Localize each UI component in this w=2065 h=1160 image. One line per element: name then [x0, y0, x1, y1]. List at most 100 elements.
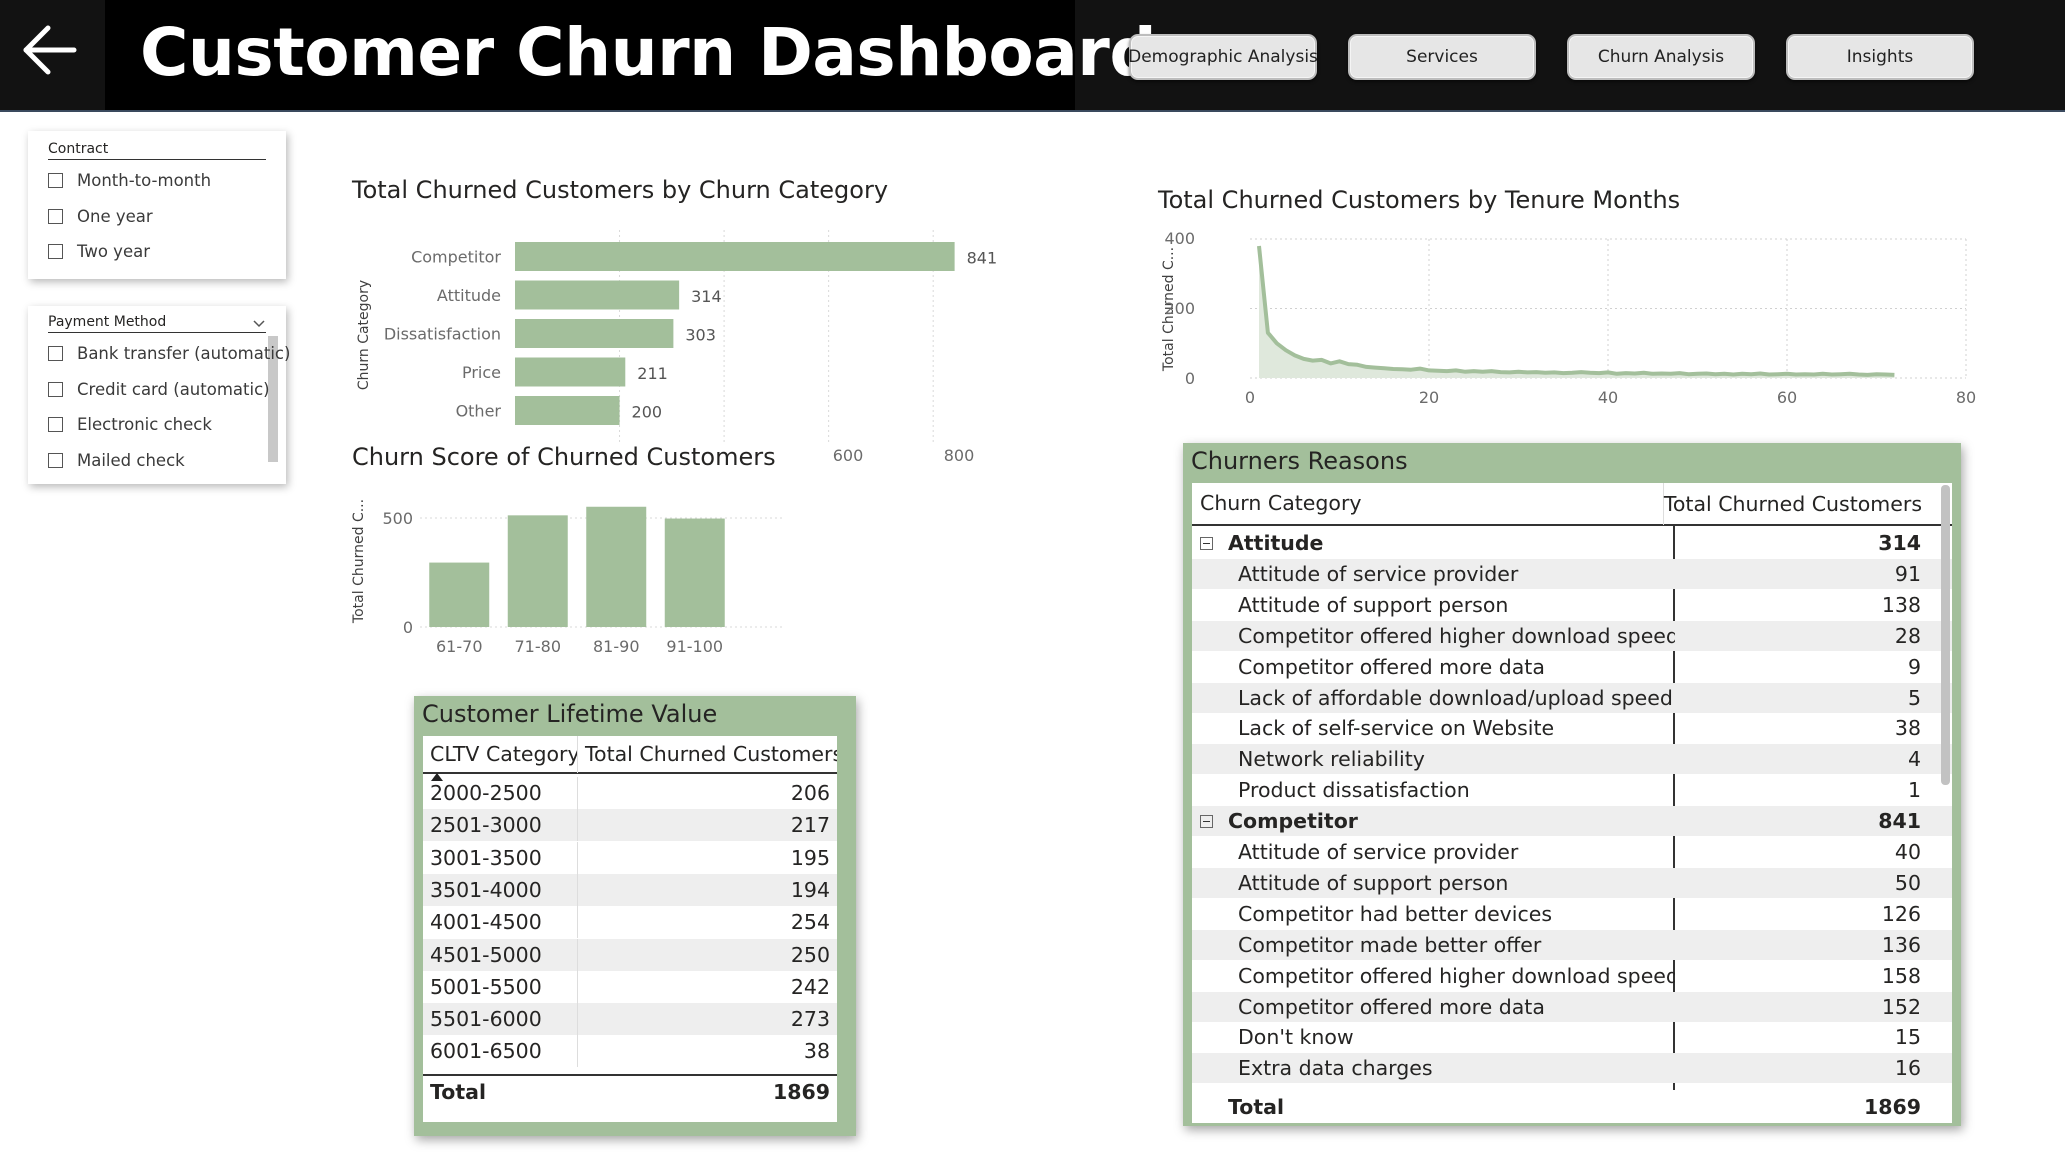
y-axis-title: Total Churned C...	[351, 499, 367, 624]
table-row: Lack of self-service on Website 38	[1192, 713, 1952, 743]
group-row[interactable]: Competitor 841	[1192, 806, 1952, 837]
chevron-down-icon[interactable]	[252, 314, 266, 333]
churned-count-cell: 206	[790, 781, 830, 805]
data-label: 314	[691, 287, 722, 306]
total-label: Total	[430, 1080, 487, 1104]
table-header-row: CLTV Category Total Churned Customers	[423, 736, 837, 774]
option-label: Bank transfer (automatic)	[77, 344, 291, 363]
churned-count-cell: 136	[1881, 932, 1921, 957]
category-label: Other	[456, 402, 502, 421]
table-row: 3501-4000 194	[423, 873, 837, 906]
nav-insights-button[interactable]: Insights	[1786, 34, 1974, 80]
churned-count-cell: 273	[790, 1007, 830, 1032]
checkbox[interactable]	[48, 453, 63, 468]
table-row: Competitor made better offer 136	[1192, 929, 1952, 960]
option-label: Mailed check	[77, 451, 185, 470]
column-header-churn-category[interactable]: Churn Category	[1192, 483, 1664, 525]
checkbox[interactable]	[48, 382, 63, 397]
data-label: 200	[632, 403, 663, 422]
x-tick-label: 0	[1245, 388, 1255, 407]
checkbox[interactable]	[48, 173, 63, 188]
table-total-row: Total 1869	[423, 1074, 837, 1108]
category-chart-title: Total Churned Customers by Churn Categor…	[352, 176, 889, 204]
table-row: Network reliability 4	[1192, 744, 1952, 775]
cltv-table: CLTV Category Total Churned Customers 20…	[423, 736, 837, 1122]
group-row[interactable]: Attitude 314	[1192, 528, 1952, 558]
back-arrow-icon[interactable]	[18, 18, 82, 82]
column-header-total-churned[interactable]: Total Churned Customers	[1664, 492, 1952, 516]
group-label: Attitude	[1228, 531, 1324, 555]
column-header-total-churned[interactable]: Total Churned Customers	[578, 742, 837, 766]
collapse-icon[interactable]	[1200, 536, 1213, 550]
bar	[586, 506, 647, 627]
nav-demographic-analysis-button[interactable]: Demographic Analysis	[1128, 34, 1318, 80]
category-label: Attitude	[437, 286, 501, 305]
slicer-option[interactable]: Bank transfer (automatic)	[48, 344, 290, 363]
reason-label: Competitor offered higher download speed…	[1238, 963, 1675, 988]
checkbox[interactable]	[48, 417, 63, 432]
churned-count-cell: 9	[1907, 654, 1921, 679]
checkbox[interactable]	[48, 346, 63, 361]
bar	[515, 396, 620, 425]
table-row: 5501-6000 273	[423, 1003, 837, 1036]
table-row: Competitor offered higher download speed…	[1192, 961, 1952, 991]
churned-count-cell: 28	[1894, 623, 1921, 648]
bar	[515, 280, 680, 310]
x-tick-label: 61-70	[436, 637, 483, 656]
x-tick-label: 91-100	[666, 637, 723, 656]
churners-reasons-card: Churners Reasons Churn Category Total Ch…	[1183, 443, 1961, 1126]
reason-label: Attitude of support person	[1238, 592, 1509, 617]
option-label: Credit card (automatic)	[77, 380, 270, 399]
table-row: 6001-6500 38	[423, 1035, 837, 1068]
churned-count-cell: 841	[1878, 809, 1921, 834]
churned-count-cell: 1	[1907, 778, 1921, 803]
checkbox[interactable]	[48, 209, 63, 224]
reason-label: Competitor offered more data	[1238, 994, 1545, 1019]
series-line	[1257, 245, 1895, 377]
churned-count-cell: 250	[790, 942, 830, 967]
slicer-option[interactable]: Mailed check	[48, 451, 185, 470]
table-header-row: Churn Category Total Churned Customers	[1192, 483, 1952, 526]
data-label: 211	[637, 364, 668, 383]
slicer-option[interactable]: Credit card (automatic)	[48, 380, 270, 399]
churned-count-cell: 126	[1881, 901, 1921, 926]
cltv-table-title: Customer Lifetime Value	[422, 700, 718, 728]
slicer-option[interactable]: Electronic check	[48, 415, 212, 434]
category-label: Price	[462, 363, 501, 382]
page-title: Customer Churn Dashboard	[140, 14, 1157, 91]
churned-count-cell: 5	[1907, 685, 1921, 710]
slicer-option[interactable]: One year	[48, 207, 153, 226]
table-row: Extra data charges 16	[1192, 1053, 1952, 1084]
column-header-cltv-category[interactable]: CLTV Category	[423, 736, 578, 773]
y-axis-title: Churn Category	[356, 280, 372, 390]
table-total-row: Total 1869	[1192, 1090, 1952, 1123]
collapse-icon[interactable]	[1200, 814, 1213, 828]
y-tick-label: 500	[382, 509, 413, 528]
y-tick-label: 0	[1185, 369, 1195, 388]
table-row: Product dissatisfaction 1	[1192, 775, 1952, 805]
reason-label: Extra data charges	[1238, 1056, 1433, 1081]
payment-method-slicer: Payment Method Bank transfer (automatic)…	[28, 306, 290, 484]
x-tick-label: 800	[944, 446, 975, 465]
reason-label: Lack of affordable download/upload speed	[1238, 685, 1673, 710]
option-label: One year	[77, 207, 153, 226]
reason-label: Attitude of service provider	[1238, 840, 1519, 864]
slicer-option[interactable]: Month-to-month	[48, 171, 211, 190]
churned-count-cell: 40	[1894, 840, 1921, 864]
reason-label: Don't know	[1238, 1025, 1354, 1050]
x-tick-label: 40	[1598, 388, 1618, 407]
option-label: Month-to-month	[77, 171, 212, 190]
reason-label: Competitor offered more data	[1238, 654, 1545, 679]
nav-churn-analysis-button[interactable]: Churn Analysis	[1567, 34, 1755, 80]
table-row: Attitude of support person 50	[1192, 867, 1952, 898]
scrollbar[interactable]	[1941, 485, 1950, 785]
table-row: Competitor offered more data 152	[1192, 991, 1952, 1022]
option-label: Two year	[77, 242, 150, 261]
table-row: Attitude of service provider 91	[1192, 558, 1952, 589]
x-tick-label: 81-90	[593, 637, 640, 656]
churned-count-cell: 38	[803, 1039, 830, 1064]
nav-services-button[interactable]: Services	[1348, 34, 1536, 80]
slicer-option[interactable]: Two year	[48, 242, 150, 261]
checkbox[interactable]	[48, 244, 63, 259]
cltv-category-cell: 5501-6000	[423, 1003, 578, 1036]
